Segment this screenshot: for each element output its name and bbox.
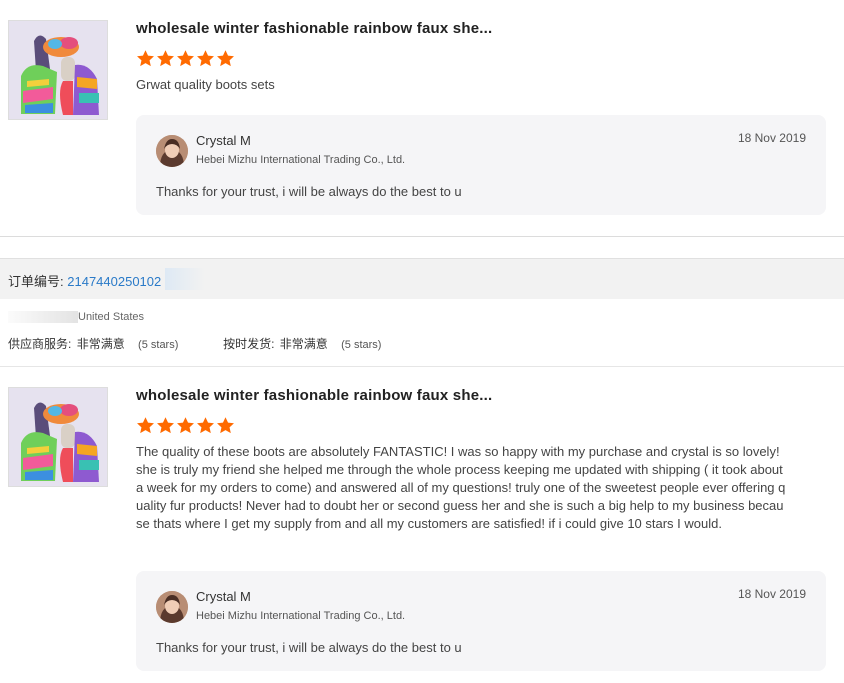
supplier-service-label: 供应商服务: [8,337,72,351]
product-thumbnail[interactable] [8,387,108,487]
order-number-label: 订单编号: [8,274,64,289]
buyer-country: United States [78,311,145,323]
supplier-service-value: 非常满意 [76,337,125,351]
star-icon [216,416,235,435]
seller-name: Crystal M [196,589,251,604]
star-icon [196,49,215,68]
star-icon [196,416,215,435]
seller-name: Crystal M [196,133,251,148]
seller-company: Hebei Mizhu International Trading Co., L… [196,154,406,166]
redaction-blur [165,268,205,290]
seller-reply: Crystal M Hebei Mizhu International Trad… [136,571,826,671]
rating-stars [136,416,235,436]
star-icon [136,416,155,435]
product-thumbnail[interactable] [8,20,108,120]
seller-reply: Crystal M Hebei Mizhu International Trad… [136,115,826,215]
order-info-bar: 订单编号: 2147440250102 [0,258,844,299]
ontime-shipping-value: 非常满意 [279,337,328,351]
product-title[interactable]: wholesale winter fashionable rainbow fau… [136,20,492,37]
reply-date: 18 Nov 2019 [737,587,806,601]
star-icon [176,416,195,435]
reply-date: 18 Nov 2019 [737,131,806,145]
review-item: wholesale winter fashionable rainbow fau… [0,367,844,683]
divider [0,236,844,237]
order-number[interactable]: 2147440250102 [67,274,161,289]
ontime-shipping-label: 按时发货: [223,337,275,351]
ontime-shipping-stars: (5 stars) [341,339,382,351]
order-label: 订单编号: 2147440250102 [8,271,161,290]
review-comment: The quality of these boots are absolutel… [136,444,786,531]
seller-company: Hebei Mizhu International Trading Co., L… [196,610,406,622]
avatar [156,135,188,167]
reply-text: Thanks for your trust, i will be always … [156,640,462,655]
star-icon [216,49,235,68]
avatar [156,591,188,623]
product-title[interactable]: wholesale winter fashionable rainbow fau… [136,387,492,404]
star-icon [136,49,155,68]
service-ratings: 供应商服务: 非常满意 (5 stars) 按时发货: 非常满意 (5 star… [8,335,381,352]
review-item: wholesale winter fashionable rainbow fau… [0,0,844,236]
redaction-blur [8,311,78,324]
star-icon [156,49,175,68]
supplier-service-stars: (5 stars) [138,339,179,351]
star-icon [156,416,175,435]
review-comment: Grwat quality boots sets [136,77,275,92]
rating-stars [136,49,235,69]
buyer-info: United States [8,311,145,324]
reply-text: Thanks for your trust, i will be always … [156,184,462,199]
star-icon [176,49,195,68]
